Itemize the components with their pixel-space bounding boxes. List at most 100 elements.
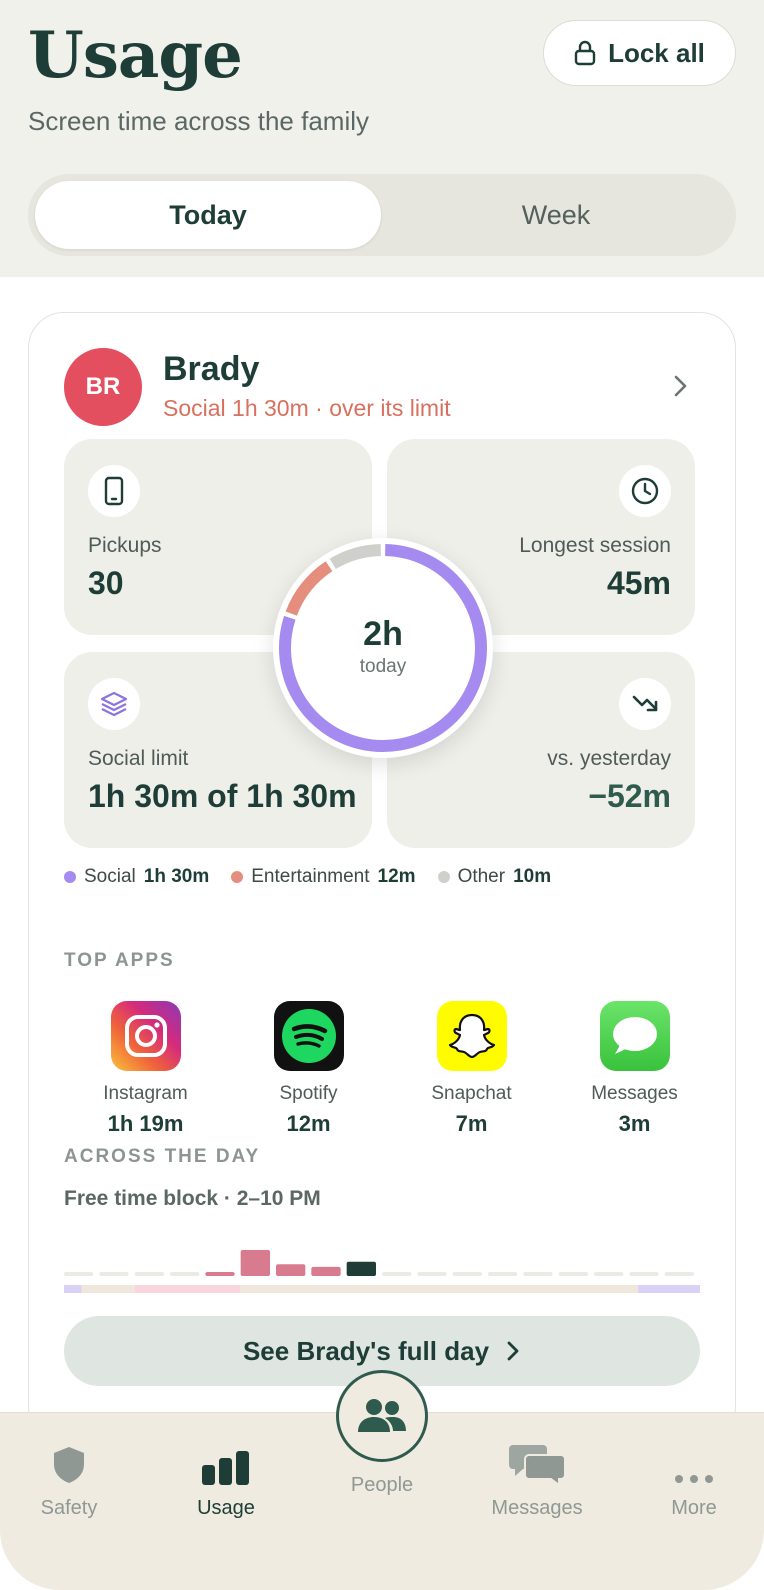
nav-label: Usage: [197, 1497, 255, 1519]
lock-all-label: Lock all: [608, 37, 705, 68]
hour-bar: [311, 1266, 341, 1276]
hour-bar-empty: [523, 1272, 553, 1276]
nav-label: More: [671, 1497, 717, 1519]
hour-bar: [276, 1264, 306, 1276]
app-item-snapchat[interactable]: Snapchat 7m: [390, 1001, 553, 1137]
app-time: 1h 19m: [107, 1111, 184, 1136]
app-name: Spotify: [279, 1083, 338, 1104]
clock-icon: [619, 465, 671, 517]
nav-item-safety[interactable]: Safety: [9, 1441, 129, 1520]
child-name[interactable]: Brady: [163, 350, 259, 389]
hour-bar-empty: [99, 1272, 129, 1276]
nav-label-people[interactable]: People: [322, 1474, 442, 1497]
donut-caption: today: [359, 656, 407, 677]
vs-yesterday-value: −52m: [588, 778, 671, 814]
legend-label: Social: [84, 866, 136, 887]
chevron-right-icon: [507, 1341, 519, 1361]
legend-dot: [64, 871, 76, 883]
hour-bar: [240, 1250, 270, 1276]
legend-value: 1h 30m: [143, 866, 210, 887]
app-item-messages[interactable]: Messages 3m: [553, 1001, 716, 1137]
child-status: Social 1h 30m · over its limit: [163, 395, 451, 421]
lock-all-button[interactable]: Lock all: [543, 20, 736, 86]
hour-bar-empty: [417, 1272, 447, 1276]
legend-item-other: Other 10m: [437, 866, 552, 888]
see-full-day-label: See Brady's full day: [242, 1335, 490, 1366]
shield-icon: [54, 1447, 84, 1483]
social-limit-label: Social limit: [88, 747, 189, 770]
app-name: Instagram: [103, 1083, 188, 1104]
app-time: 7m: [455, 1111, 488, 1136]
legend-item-entertainment: Entertainment 12m: [231, 866, 416, 888]
hour-bar-empty: [382, 1272, 412, 1276]
schedule-band-segment: [81, 1285, 135, 1293]
hour-bar: [346, 1261, 376, 1276]
people-icon: [358, 1399, 406, 1432]
app-item-spotify[interactable]: Spotify 12m: [227, 1001, 390, 1137]
pickups-label: Pickups: [88, 534, 162, 557]
child-usage-card: BR Brady Social 1h 30m · over its limit …: [28, 312, 736, 1442]
phone-icon: [88, 465, 140, 517]
schedule-band-segment: [64, 1285, 82, 1293]
header: Usage Screen time across the family Lock…: [0, 0, 764, 277]
legend-label: Entertainment: [251, 866, 370, 887]
nav-item-messages[interactable]: Messages: [477, 1441, 597, 1520]
app-time: 3m: [618, 1111, 651, 1136]
legend-label: Other: [457, 866, 506, 887]
nav-label: Safety: [40, 1497, 98, 1519]
donut-segment-other: [329, 544, 382, 570]
free-time-block-label: Free time block · 2–10 PM: [64, 1187, 321, 1210]
category-legend: Social 1h 30m Entertainment 12m Other 10…: [64, 866, 551, 888]
lock-icon: [574, 40, 596, 66]
tab-week[interactable]: Week: [383, 181, 729, 249]
chat-bubbles-icon: [509, 1445, 565, 1485]
top-apps-heading: TOP APPS: [64, 950, 175, 971]
spotify-icon: [273, 1001, 344, 1071]
legend-item-social: Social 1h 30m: [64, 866, 209, 888]
hour-bar-empty: [629, 1272, 659, 1276]
page-title: Usage: [28, 18, 243, 93]
schedule-band-segment: [638, 1285, 700, 1293]
hour-bar-empty: [488, 1272, 518, 1276]
nav-item-more[interactable]: More: [634, 1441, 754, 1520]
legend-dot: [231, 871, 244, 883]
app-name: Messages: [591, 1083, 678, 1104]
hour-bar: [205, 1272, 235, 1276]
legend-value: 10m: [513, 866, 552, 887]
instagram-icon: [110, 1001, 181, 1071]
usage-donut: 2h today: [273, 538, 493, 758]
donut-total: 2h: [363, 615, 403, 653]
legend-value: 12m: [377, 866, 416, 887]
hour-bar-empty: [64, 1272, 94, 1276]
nav-item-usage[interactable]: Usage: [166, 1441, 286, 1520]
trend-down-icon: [619, 678, 671, 730]
social-limit-value: 1h 30m of 1h 30m: [88, 778, 357, 814]
schedule-band-segment: [240, 1285, 639, 1293]
messages-icon: [599, 1001, 670, 1071]
hour-bar-empty: [558, 1272, 588, 1276]
page-subtitle: Screen time across the family: [28, 106, 370, 136]
app-name: Snapchat: [431, 1083, 512, 1104]
top-apps-list: Instagram 1h 19m Spotify 12m Snapchat 7m…: [64, 1001, 716, 1137]
longest-session-label: Longest session: [519, 534, 671, 557]
app-item-instagram[interactable]: Instagram 1h 19m: [64, 1001, 227, 1137]
hour-bar-empty: [134, 1272, 164, 1276]
hour-bar-empty: [594, 1272, 624, 1276]
avatar[interactable]: BR: [64, 348, 142, 426]
hour-bar-empty: [170, 1272, 200, 1276]
layers-icon: [88, 678, 140, 730]
period-switcher: Today Week: [28, 174, 736, 256]
chevron-right-icon[interactable]: [665, 371, 695, 401]
pickups-value: 30: [88, 565, 124, 601]
tab-today[interactable]: Today: [35, 181, 381, 249]
schedule-band-segment: [134, 1285, 241, 1293]
bar-chart-icon: [202, 1451, 249, 1485]
app-time: 12m: [286, 1111, 331, 1136]
more-icon: [675, 1475, 713, 1483]
day-timeline: [64, 1250, 700, 1293]
longest-session-value: 45m: [606, 565, 671, 601]
hour-bar-empty: [452, 1272, 482, 1276]
snapchat-icon: [436, 1001, 507, 1071]
people-button[interactable]: [336, 1370, 428, 1462]
nav-label: Messages: [491, 1497, 583, 1519]
